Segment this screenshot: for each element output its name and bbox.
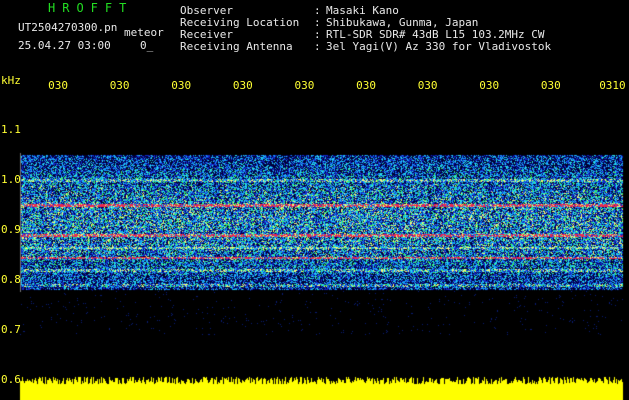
y-axis-unit-label: kHz (1, 74, 21, 87)
x-tick-label: 030 (417, 79, 438, 92)
info-colon-antenna: : (314, 40, 321, 53)
file-name: UT2504270300.pn (18, 21, 118, 34)
x-tick-label: 030 (479, 79, 500, 92)
x-tick-label: 030 (232, 79, 253, 92)
x-tick-label: 030 (356, 79, 376, 92)
x-tick-label: 030 (48, 79, 68, 92)
date-time: 25.04.27 03:00 (18, 39, 111, 52)
y-tick-label: 0.7 (1, 323, 21, 336)
x-tick-label: 0310 (599, 79, 626, 92)
info-value-antenna: 3el Yagi(V) Az 330 for Vladivostok (326, 40, 552, 53)
counter: 0_ (140, 39, 154, 52)
x-tick-label: 030 (294, 79, 315, 92)
x-tick-label: 030 (109, 79, 130, 92)
y-tick-label: 0.9 (1, 223, 21, 236)
y-tick-label: 1.0 (1, 173, 21, 186)
y-tick-label: 0.6 (1, 373, 21, 386)
x-tick-label: 030 (171, 79, 192, 92)
file-type: meteor (124, 26, 164, 39)
y-tick-label: 1.1 (1, 123, 21, 136)
spectrogram-canvas (0, 0, 629, 400)
y-tick-label: 0.8 (1, 273, 21, 286)
hrofft-logo: HROFFT (48, 1, 134, 15)
x-tick-label: 030 (540, 79, 561, 92)
info-label-antenna: Receiving Antenna (180, 40, 293, 53)
